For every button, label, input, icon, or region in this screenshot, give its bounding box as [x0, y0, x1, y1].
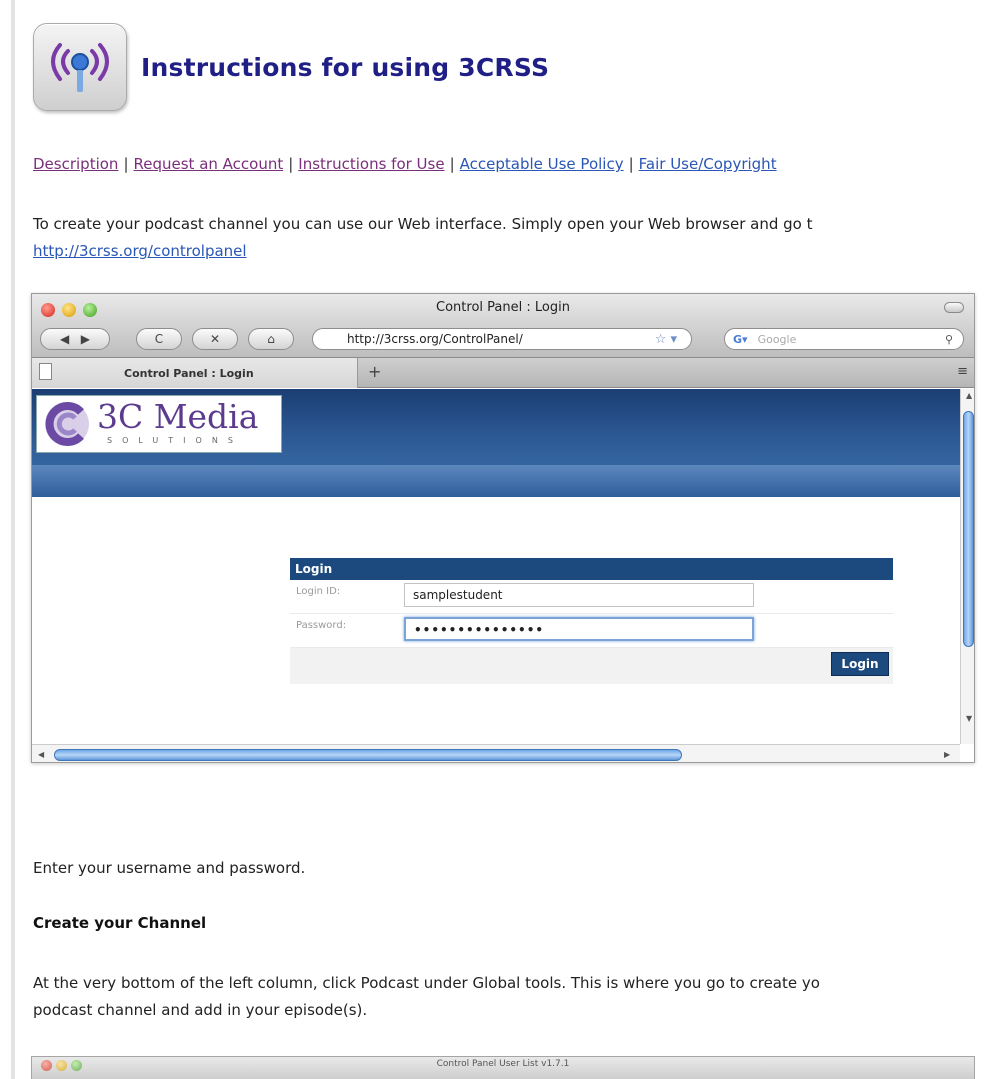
step2-line1: At the very bottom of the left column, c…	[33, 974, 820, 992]
nav-link-instructions[interactable]: Instructions for Use	[298, 155, 444, 173]
scroll-up-icon: ▲	[966, 391, 973, 400]
password-row: Password: •••••••••••••••	[290, 614, 893, 648]
browser-tab-label: Control Panel : Login	[124, 366, 254, 380]
back-forward-buttons: ◀ ▶	[40, 328, 110, 350]
page-left-rule	[11, 0, 15, 1079]
vertical-scroll-thumb	[963, 411, 974, 647]
address-bar: http://3crss.org/ControlPanel/ ☆ ▾	[312, 328, 692, 350]
login-footer: Login	[290, 648, 893, 684]
second-screenshot-window: Control Panel User List v1.7.1	[31, 1056, 975, 1079]
google-search-icon: G▾	[733, 332, 748, 346]
step2-line2: podcast channel and add in your episode(…	[33, 1001, 368, 1019]
tab-list-icon: ≡	[957, 364, 968, 379]
password-field: •••••••••••••••	[404, 617, 754, 641]
back-arrow-icon: ◀	[60, 332, 70, 346]
browser-content: 3C Media SOLUTIONS Login Login ID: sampl…	[32, 389, 960, 744]
nav-separator: |	[449, 155, 455, 173]
screenshot-browser-window: Control Panel : Login ◀ ▶ C ✕ ⌂ http://3…	[31, 293, 975, 763]
search-placeholder: Google	[757, 332, 797, 346]
bookmark-star-icon: ☆ ▾	[654, 331, 677, 347]
podcast-antenna-icon	[33, 23, 127, 111]
horizontal-scrollbar: ◀ ▶	[32, 744, 960, 762]
site-banner: 3C Media SOLUTIONS	[32, 389, 960, 465]
vertical-scrollbar: ▲ ▼	[960, 389, 974, 744]
nav-link-description[interactable]: Description	[33, 155, 118, 173]
nav-link-fair-use[interactable]: Fair Use/Copyright	[639, 155, 777, 173]
logo-subtext: SOLUTIONS	[107, 436, 243, 445]
swirl-logo-icon	[45, 402, 89, 446]
login-id-label: Login ID:	[296, 586, 341, 597]
toolbar-toggle-icon	[944, 302, 964, 313]
nav-separator: |	[288, 155, 294, 173]
browser-tab: Control Panel : Login	[32, 358, 358, 388]
horizontal-scroll-thumb	[54, 749, 682, 761]
document-icon	[39, 363, 52, 380]
control-panel-link[interactable]: http://3crss.org/controlpanel	[33, 242, 247, 260]
scroll-down-icon: ▼	[966, 714, 973, 723]
login-panel: Login Login ID: samplestudent Password: …	[290, 558, 893, 686]
stop-icon: ✕	[192, 328, 238, 350]
search-box: G▾ Google ⚲	[724, 328, 964, 350]
nav-link-acceptable-use[interactable]: Acceptable Use Policy	[460, 155, 624, 173]
step2-paragraph: At the very bottom of the left column, c…	[33, 970, 820, 1024]
login-header: Login	[290, 558, 893, 580]
page-header: Instructions for using 3CRSS	[33, 22, 549, 112]
login-id-row: Login ID: samplestudent	[290, 580, 893, 614]
new-tab-icon: +	[368, 362, 382, 381]
nav-link-request-account[interactable]: Request an Account	[134, 155, 284, 173]
browser-window-title: Control Panel : Login	[436, 300, 570, 315]
step1-text: Enter your username and password.	[33, 859, 306, 877]
nav-separator: |	[628, 155, 634, 173]
address-url: http://3crss.org/ControlPanel/	[347, 332, 523, 346]
browser-tabbar: Control Panel : Login + ≡	[32, 358, 974, 388]
nav-separator: |	[123, 155, 129, 173]
login-button: Login	[831, 652, 889, 676]
second-window-title: Control Panel User List v1.7.1	[436, 1059, 570, 1069]
reload-icon: C	[136, 328, 182, 350]
page-title: Instructions for using 3CRSS	[141, 52, 550, 82]
logo-text: 3C Media	[97, 397, 259, 436]
banner-band	[32, 465, 960, 497]
intro-paragraph: To create your podcast channel you can u…	[33, 211, 813, 265]
magnifier-icon: ⚲	[944, 332, 953, 346]
3c-media-logo: 3C Media SOLUTIONS	[36, 395, 282, 453]
browser-titlebar: Control Panel : Login ◀ ▶ C ✕ ⌂ http://3…	[32, 294, 974, 358]
scroll-left-icon: ◀	[38, 750, 45, 759]
intro-text: To create your podcast channel you can u…	[33, 215, 813, 233]
forward-arrow-icon: ▶	[80, 332, 90, 346]
scroll-right-icon: ▶	[944, 750, 951, 759]
login-id-field: samplestudent	[404, 583, 754, 607]
create-channel-heading: Create your Channel	[33, 914, 207, 932]
section-nav: Description | Request an Account | Instructi…	[33, 155, 777, 173]
password-label: Password:	[296, 620, 347, 631]
home-icon: ⌂	[248, 328, 294, 350]
